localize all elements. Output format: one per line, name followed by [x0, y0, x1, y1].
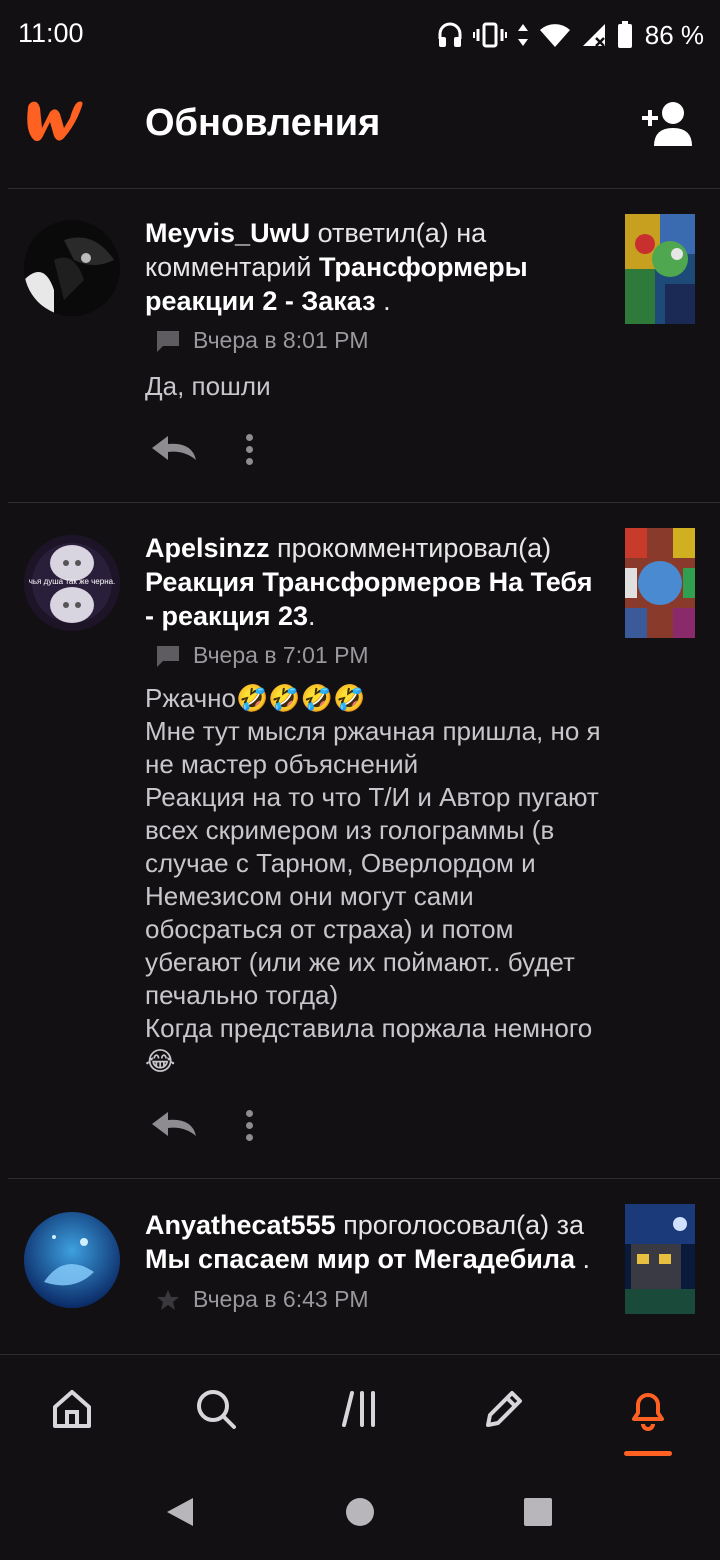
nav-library[interactable] [288, 1355, 432, 1463]
username[interactable]: Apelsinzz [145, 533, 270, 563]
write-icon [486, 1391, 522, 1427]
notification-meta: Вчера в 6:43 PM [155, 1286, 369, 1313]
status-time: 11:00 [18, 18, 84, 48]
more-icon-dot [246, 1134, 253, 1141]
avatar[interactable] [24, 1212, 120, 1308]
nav-search[interactable] [144, 1355, 288, 1463]
comment-icon [157, 330, 179, 352]
signal-icon [582, 24, 605, 47]
nav-home[interactable] [0, 1355, 144, 1463]
wifi-icon [539, 24, 570, 47]
timestamp: Вчера в 6:43 PM [193, 1286, 369, 1312]
action-text: прокомментировал(а) [277, 533, 552, 563]
more-icon-dot [246, 446, 253, 453]
bottom-navigation [0, 1354, 720, 1463]
username[interactable]: Anyathecat555 [145, 1210, 336, 1240]
more-icon-dot [246, 1122, 253, 1129]
notification-item[interactable]: чья душа так же черна. Apelsinzz прокомм… [0, 502, 720, 1178]
more-icon-dot [246, 434, 253, 441]
active-tab-indicator [624, 1451, 672, 1456]
vibrate-icon [472, 22, 507, 48]
story-cover[interactable] [625, 1204, 695, 1314]
star-icon [157, 1289, 179, 1310]
battery-level: 86 % [644, 19, 704, 50]
comment-text: Да, пошли [145, 371, 271, 401]
notifications-icon [632, 1393, 664, 1431]
app-bar: Обновления [0, 70, 720, 188]
timestamp: Вчера в 8:01 PM [193, 327, 369, 353]
headline-suffix: . [383, 286, 391, 316]
data-arrows-icon [517, 24, 528, 46]
comment-icon [157, 645, 179, 667]
system-navigation-bar [0, 1462, 720, 1560]
home-circle-icon[interactable] [345, 1497, 375, 1527]
notification-meta: Вчера в 8:01 PM [155, 327, 369, 354]
home-icon [53, 1390, 91, 1428]
nav-notifications[interactable] [576, 1355, 720, 1463]
more-icon-dot [246, 1110, 253, 1117]
status-bar: 11:00 86 % [0, 0, 720, 70]
recents-icon[interactable] [523, 1497, 553, 1527]
reply-button[interactable] [150, 1108, 198, 1145]
avatar[interactable]: чья душа так же черна. [24, 535, 120, 631]
username[interactable]: Meyvis_UwU [145, 218, 310, 248]
story-title[interactable]: Мы спасаем мир от Мегадебила [145, 1244, 575, 1274]
nav-write[interactable] [432, 1355, 576, 1463]
story-cover[interactable] [625, 528, 695, 638]
wattpad-logo-icon[interactable] [22, 98, 88, 153]
back-icon[interactable] [165, 1496, 195, 1528]
timestamp: Вчера в 7:01 PM [193, 642, 369, 668]
headline-suffix: . [582, 1244, 591, 1274]
headline-suffix: . [308, 601, 316, 631]
reply-icon [152, 1112, 196, 1136]
reply-icon [152, 436, 196, 460]
more-options-button[interactable] [240, 432, 260, 472]
more-options-button[interactable] [240, 1108, 260, 1148]
notification-meta: Вчера в 7:01 PM [155, 642, 369, 669]
notification-item[interactable]: Meyvis_UwU ответил(а) на комментарий Тра… [0, 188, 720, 502]
status-icons: 86 % [437, 18, 704, 52]
notification-headline: Meyvis_UwU ответил(а) на комментарий Тра… [145, 216, 605, 318]
notification-item[interactable]: Anyathecat555 проголосовал(а) за Мы спас… [0, 1178, 720, 1354]
comment-text: Ржачно🤣🤣🤣🤣 Мне тут мысля ржачная пришла,… [145, 683, 601, 1076]
page-title: Обновления [145, 102, 381, 144]
action-text: проголосовал(а) за [343, 1210, 585, 1240]
more-icon-dot [246, 458, 253, 465]
reply-button[interactable] [150, 432, 198, 469]
battery-icon [617, 21, 632, 48]
notification-headline: Anyathecat555 проголосовал(а) за Мы спас… [145, 1208, 605, 1276]
story-title[interactable]: Реакция Трансформеров На Тебя - реакция … [145, 567, 593, 631]
avatar-caption: чья душа так же черна. [28, 577, 116, 586]
person-add-icon[interactable] [640, 100, 696, 153]
library-icon [342, 1391, 375, 1427]
headphones-icon [438, 22, 462, 47]
avatar[interactable] [24, 220, 120, 316]
story-cover[interactable] [625, 214, 695, 324]
notification-headline: Apelsinzz прокомментировал(а) Реакция Тр… [145, 531, 605, 633]
search-icon [197, 1390, 236, 1429]
